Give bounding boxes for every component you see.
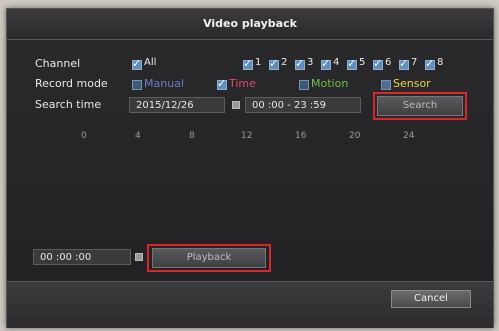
channel-2-checkbox[interactable] <box>269 57 279 70</box>
channel-3-checkbox[interactable] <box>295 57 305 70</box>
channel-label: Channel <box>35 57 81 70</box>
timeline-area[interactable] <box>25 143 475 243</box>
channel-all-label: All <box>144 57 157 68</box>
channel-8-label: 8 <box>437 57 444 68</box>
record-mode-sensor-label: Sensor <box>393 77 431 90</box>
channel-4-label: 4 <box>333 57 340 68</box>
channel-1-checkbox[interactable] <box>243 57 253 70</box>
timeline-tick-20: 20 <box>349 131 361 141</box>
timeline-tick-8: 8 <box>189 131 195 141</box>
channel-1-label: 1 <box>255 57 262 68</box>
timeline-tick-0: 0 <box>81 131 87 141</box>
search-time-label: Search time <box>35 98 102 111</box>
record-mode-manual-checkbox[interactable] <box>132 80 142 90</box>
channel-7-checkbox[interactable] <box>399 57 409 70</box>
record-mode-time-label: Time <box>229 77 256 90</box>
record-mode-motion-checkbox[interactable] <box>299 80 309 90</box>
calendar-icon[interactable] <box>232 101 240 109</box>
record-mode-motion-label: Motion <box>311 77 349 90</box>
timeline-tick-4: 4 <box>135 131 141 141</box>
record-mode-sensor-checkbox[interactable] <box>381 80 391 90</box>
channel-6-label: 6 <box>385 57 392 68</box>
search-button[interactable]: Search <box>377 96 463 116</box>
dialog-title: Video playback <box>7 9 493 40</box>
channel-all-checkbox[interactable] <box>132 57 142 70</box>
time-spinner-icon[interactable] <box>135 253 143 261</box>
record-mode-time-checkbox[interactable] <box>217 77 227 90</box>
channel-7-label: 7 <box>411 57 418 68</box>
timeline-tick-12: 12 <box>241 131 253 141</box>
channel-5-checkbox[interactable] <box>347 57 357 70</box>
video-playback-dialog: Video playback Channel All 1 2 3 4 5 6 7… <box>6 8 494 328</box>
timeline-tick-24: 24 <box>403 131 415 141</box>
channel-2-label: 2 <box>281 57 288 68</box>
timeline-tick-16: 16 <box>295 131 307 141</box>
channel-5-label: 5 <box>359 57 366 68</box>
channel-8-checkbox[interactable] <box>425 57 435 70</box>
playback-button[interactable]: Playback <box>152 248 266 268</box>
channel-4-checkbox[interactable] <box>321 57 331 70</box>
channel-6-checkbox[interactable] <box>373 57 383 70</box>
cancel-button[interactable]: Cancel <box>391 290 471 308</box>
search-time-range-field[interactable]: 00 :00 - 23 :59 <box>245 97 361 113</box>
record-mode-label: Record mode <box>35 77 108 90</box>
playback-time-field[interactable]: 00 :00 :00 <box>33 249 131 265</box>
record-mode-manual-label: Manual <box>144 77 184 90</box>
search-date-field[interactable]: 2015/12/26 <box>129 97 225 113</box>
channel-3-label: 3 <box>307 57 314 68</box>
